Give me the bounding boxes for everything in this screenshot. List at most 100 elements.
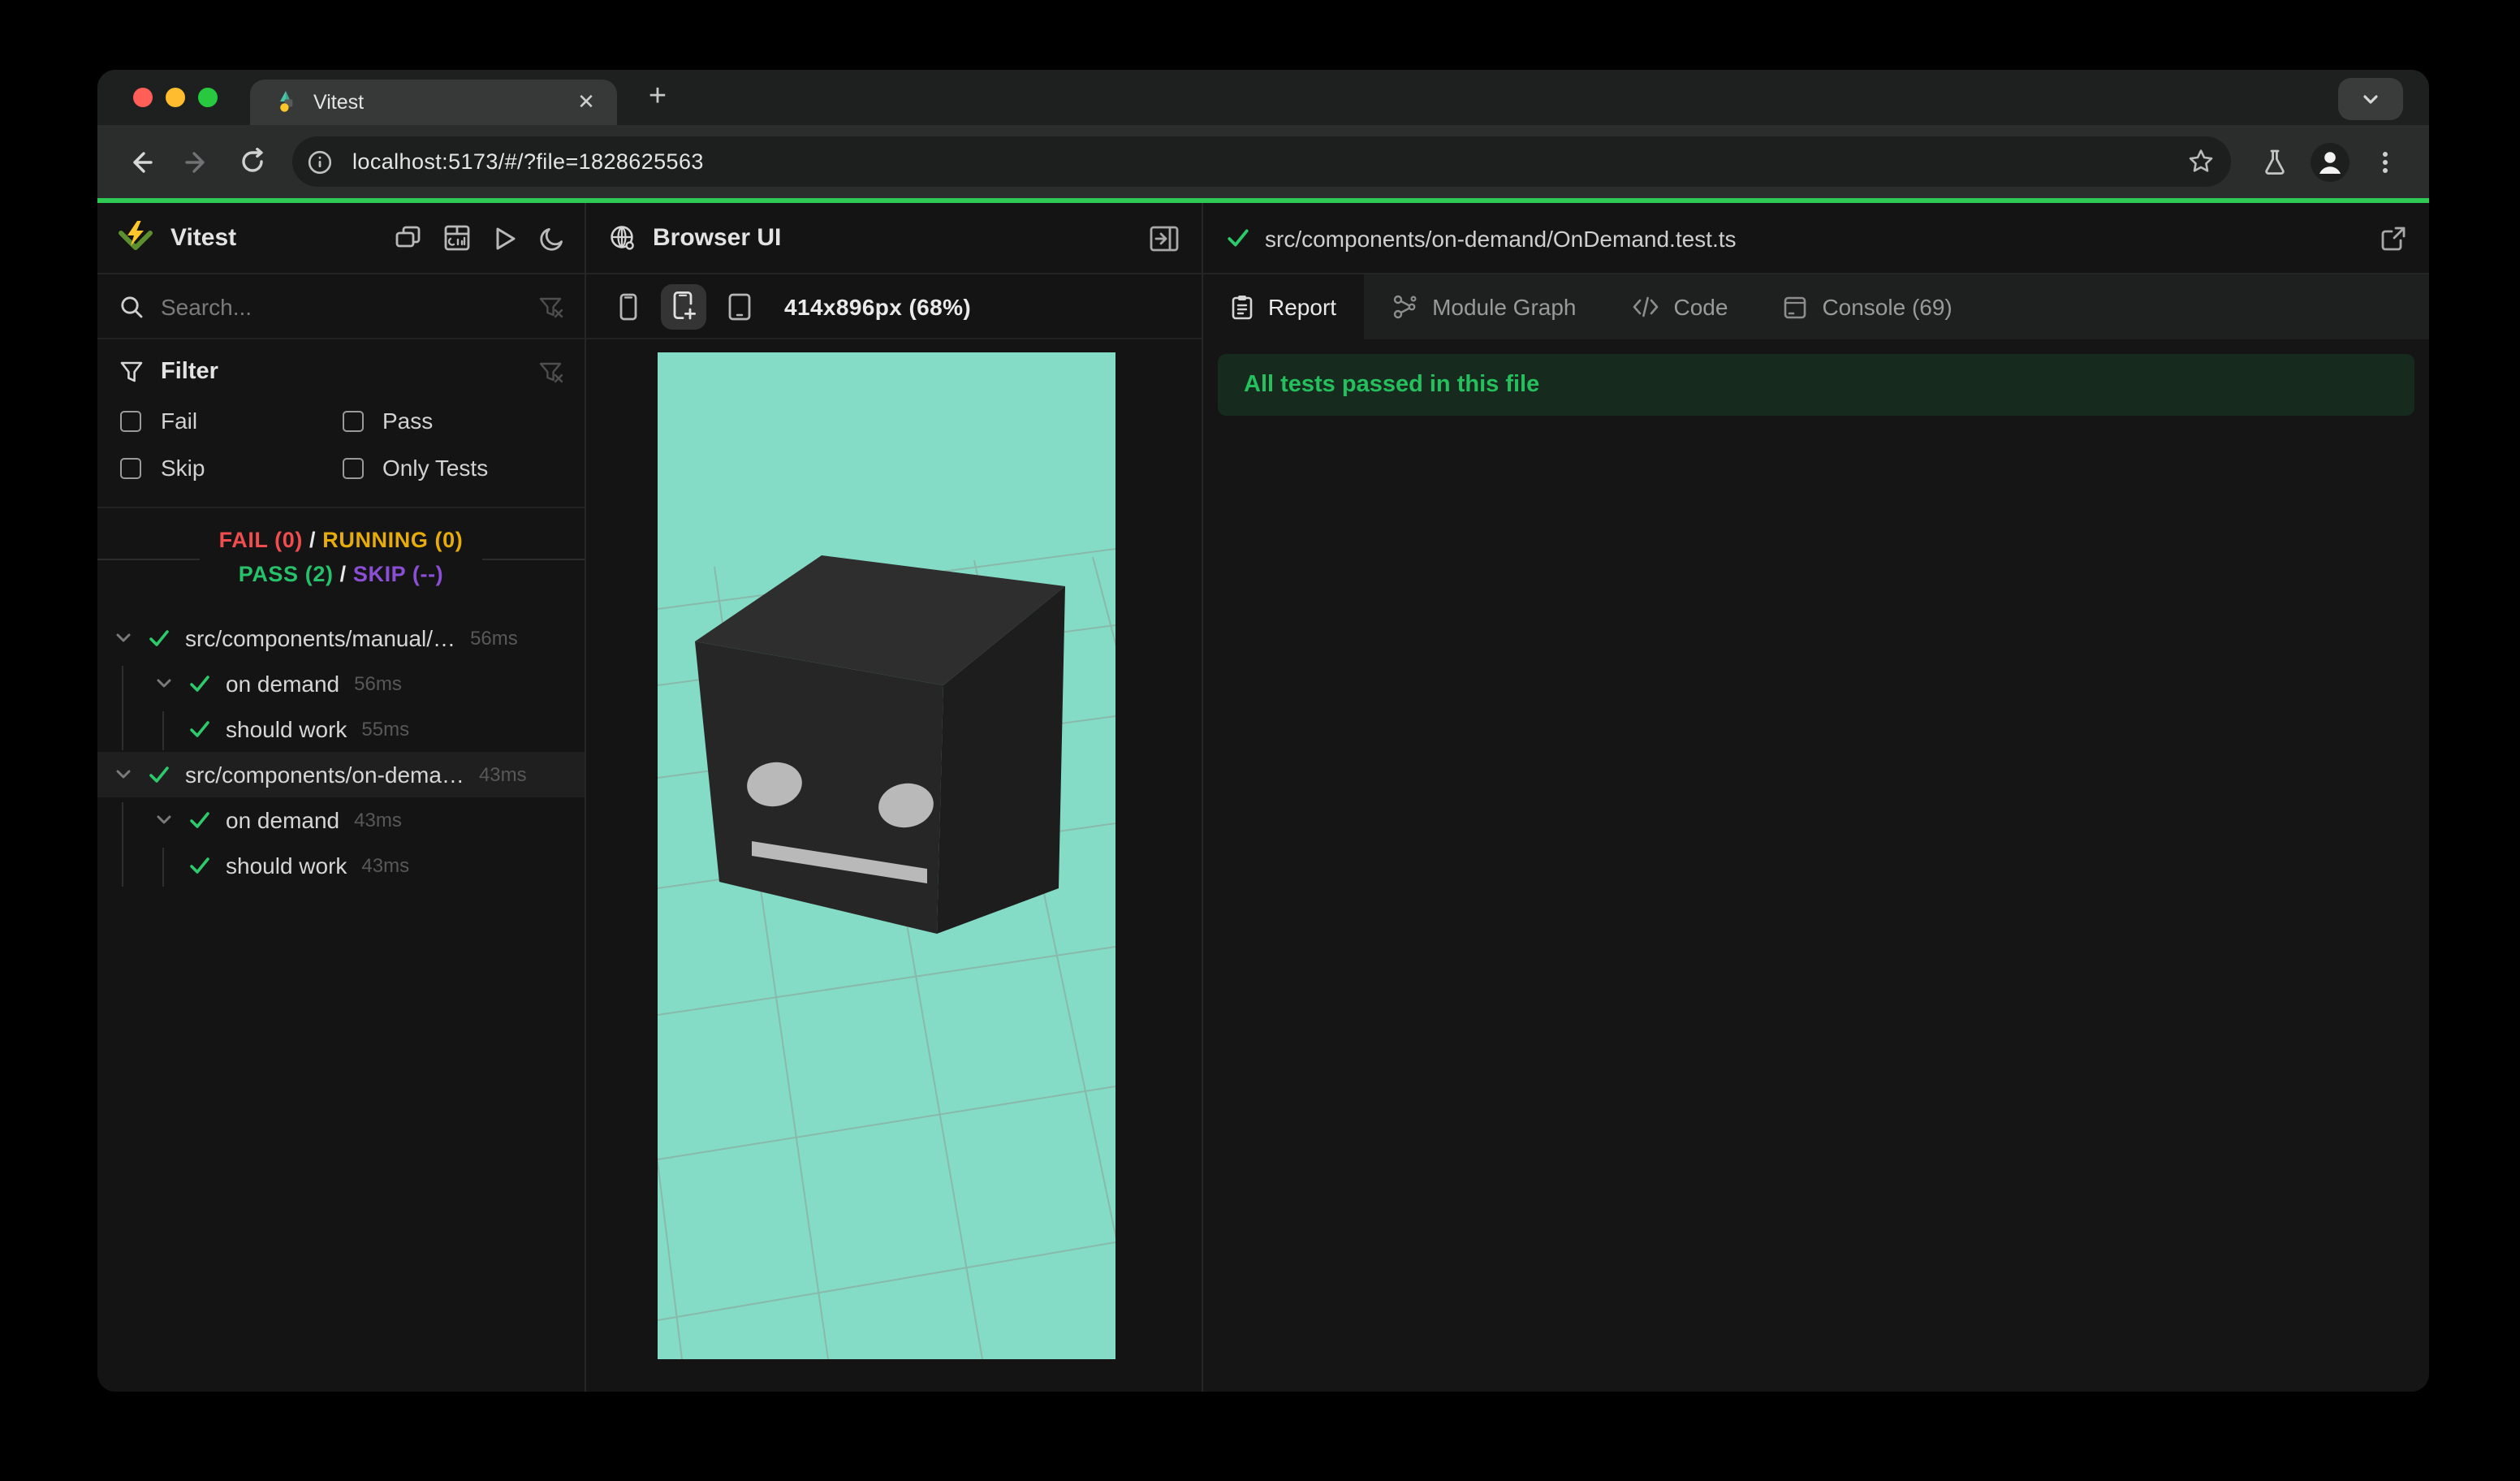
pass-check-icon: [190, 857, 209, 874]
tree-file-row-selected[interactable]: src/components/on-dema… 43ms: [97, 752, 585, 797]
back-arrow-icon: [133, 151, 153, 172]
flask-icon: [2265, 149, 2285, 174]
expand-panel-icon[interactable]: [1150, 225, 1179, 251]
sidebar-actions: [395, 224, 565, 252]
globe-icon: [611, 226, 634, 250]
tablet-icon: [727, 292, 750, 320]
device-tablet-button[interactable]: [716, 283, 762, 329]
tab-title: Vitest: [313, 91, 365, 114]
indent-guide: [162, 848, 164, 887]
report-header: src/components/on-demand/OnDemand.test.t…: [1203, 203, 2429, 274]
report-tab-bar: Report Module Graph Code Console (69): [1203, 274, 2429, 339]
tab-close-icon[interactable]: ✕: [572, 88, 601, 117]
tree-file-row[interactable]: src/components/manual/… 56ms: [97, 615, 585, 661]
device-phone-plus-button[interactable]: [661, 283, 706, 329]
collapse-panels-icon[interactable]: [395, 224, 422, 252]
dashboard-report-icon[interactable]: [443, 224, 471, 252]
pass-count: PASS (2): [238, 562, 334, 586]
preview-title: Browser UI: [653, 224, 782, 252]
pass-check-icon: [190, 676, 209, 692]
clear-filter-icon[interactable]: [537, 359, 563, 385]
minimize-window-button[interactable]: [166, 88, 185, 107]
test-summary: FAIL (0) / RUNNING (0) PASS (2) / SKIP (…: [97, 508, 585, 607]
vitest-app: Vitest F: [97, 203, 2429, 1392]
pass-check-icon: [149, 630, 169, 646]
user-avatar-icon: [2311, 142, 2350, 181]
macos-window-controls: [133, 88, 218, 107]
tab-code[interactable]: Code: [1604, 274, 1756, 339]
report-content: All tests passed in this file: [1203, 339, 2429, 1392]
open-external-icon[interactable]: [2380, 225, 2406, 251]
dark-mode-moon-icon[interactable]: [539, 225, 565, 251]
preview-header: Browser UI: [586, 203, 1202, 274]
tab-report[interactable]: Report: [1203, 274, 1365, 339]
url-text[interactable]: localhost:5173/#/?file=1828625563: [352, 149, 2174, 174]
console-icon: [1784, 296, 1806, 318]
browser-window: Vitest ✕ + localhost:5173/#/?file=182862…: [97, 70, 2429, 1392]
robot-head-cube: [695, 555, 1065, 934]
browser-preview-panel: Browser UI 414x896px (68%): [586, 203, 1203, 1392]
tree-test-row[interactable]: should work 55ms: [97, 706, 585, 752]
tree-test-row[interactable]: should work 43ms: [97, 843, 585, 888]
pass-check-icon: [149, 766, 169, 783]
site-info-button[interactable]: [300, 142, 339, 181]
checkbox-only-tests[interactable]: [342, 457, 363, 478]
running-count: RUNNING (0): [322, 528, 464, 552]
new-tab-button[interactable]: +: [636, 76, 679, 119]
fail-count: FAIL (0): [218, 528, 303, 552]
indent-guide: [122, 802, 123, 887]
filter-pass[interactable]: Pass: [342, 408, 563, 434]
checkbox-pass[interactable]: [342, 410, 363, 431]
filter-title: Filter: [161, 359, 218, 385]
pass-check-icon: [1228, 229, 1249, 247]
forward-button[interactable]: [172, 137, 221, 186]
module-graph-icon: [1393, 295, 1417, 319]
profile-button[interactable]: [2306, 137, 2354, 186]
vitest-logo: [119, 221, 153, 250]
browser-tab[interactable]: Vitest ✕: [250, 80, 617, 125]
report-panel: src/components/on-demand/OnDemand.test.t…: [1203, 203, 2429, 1392]
filter-fail[interactable]: Fail: [120, 408, 342, 434]
app-title: Vitest: [170, 224, 237, 252]
phone-plus-icon: [672, 291, 695, 320]
sidebar: Vitest F: [97, 203, 586, 1392]
tab-module-graph[interactable]: Module Graph: [1364, 274, 1603, 339]
reload-button[interactable]: [227, 137, 276, 186]
device-phone-small-button[interactable]: [606, 283, 651, 329]
search-input[interactable]: [161, 293, 521, 319]
code-icon: [1633, 296, 1658, 317]
filter-skip[interactable]: Skip: [120, 455, 342, 481]
clipboard-report-icon: [1232, 296, 1253, 320]
preview-canvas-area: [586, 339, 1202, 1392]
tab-console[interactable]: Console (69): [1755, 274, 1979, 339]
tree-suite-row[interactable]: on demand 56ms: [97, 661, 585, 706]
close-window-button[interactable]: [133, 88, 153, 107]
test-file-path: src/components/on-demand/OnDemand.test.t…: [1265, 225, 1737, 251]
bookmark-star-icon[interactable]: [2187, 148, 2215, 175]
checkbox-skip[interactable]: [120, 457, 141, 478]
chevron-down-icon[interactable]: [114, 765, 133, 784]
screen: Vitest ✕ + localhost:5173/#/?file=182862…: [0, 0, 2520, 1481]
run-all-icon[interactable]: [492, 225, 518, 251]
browser-toolbar: localhost:5173/#/?file=1828625563: [97, 125, 2429, 198]
test-tree: src/components/manual/… 56ms on demand 5…: [97, 607, 585, 1392]
zoom-window-button[interactable]: [198, 88, 218, 107]
tab-search-chevron-button[interactable]: [2338, 78, 2403, 120]
filter-section: Filter Fail Pass Skip Only Tests: [97, 339, 585, 508]
test-iframe-3d-scene[interactable]: [658, 352, 1115, 1359]
reload-icon: [241, 148, 262, 172]
search-icon: [121, 296, 143, 317]
filter-only-tests[interactable]: Only Tests: [342, 455, 563, 481]
url-bar[interactable]: localhost:5173/#/?file=1828625563: [292, 136, 2231, 187]
chevron-down-icon[interactable]: [114, 628, 133, 648]
clear-search-filter-icon[interactable]: [537, 293, 563, 319]
tree-suite-row[interactable]: on demand 43ms: [97, 797, 585, 843]
indent-guide: [162, 711, 164, 750]
menu-button[interactable]: [2361, 137, 2410, 186]
chevron-down-icon[interactable]: [154, 674, 174, 693]
experiments-button[interactable]: [2250, 137, 2299, 186]
pass-check-icon: [190, 812, 209, 828]
checkbox-fail[interactable]: [120, 410, 141, 431]
chevron-down-icon[interactable]: [154, 810, 174, 830]
back-button[interactable]: [117, 137, 166, 186]
